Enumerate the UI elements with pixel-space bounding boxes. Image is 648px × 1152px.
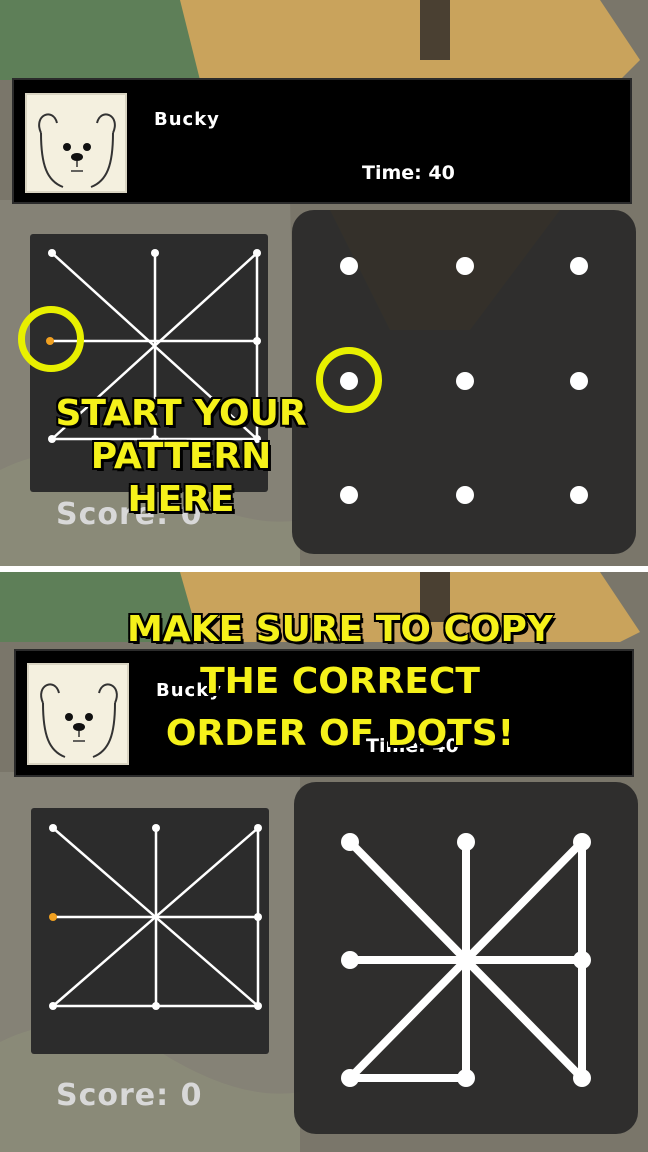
- callout-start-line1: START YOUR: [54, 392, 307, 435]
- input-dot-2[interactable]: [573, 833, 591, 851]
- score-label-2: Score:: [56, 1078, 170, 1113]
- input-dot-2[interactable]: [570, 257, 588, 275]
- callout-copy-line3: ORDER OF DOTS!: [165, 712, 515, 755]
- callout-copy-line2: THE CORRECT: [199, 660, 481, 703]
- polar-bear-face-icon: [38, 113, 116, 188]
- input-dot-7[interactable]: [456, 486, 474, 504]
- target-pattern-board-2: [31, 808, 269, 1054]
- input-dot-0[interactable]: [341, 833, 359, 851]
- input-dot-8[interactable]: [573, 1069, 591, 1087]
- input-dot-5[interactable]: [573, 951, 591, 969]
- player-avatar: [25, 93, 127, 193]
- timer-label: Time:: [362, 162, 422, 184]
- input-dot-4[interactable]: [456, 372, 474, 390]
- player-name: Bucky: [154, 109, 220, 130]
- input-dot-5[interactable]: [570, 372, 588, 390]
- input-dot-1[interactable]: [456, 257, 474, 275]
- input-dot-0[interactable]: [340, 257, 358, 275]
- callout-copy-order: MAKE SURE TO COPY THE CORRECT ORDER OF D…: [100, 604, 580, 760]
- timer-value: 40: [428, 162, 455, 184]
- start-dot-highlight-ring: [18, 306, 84, 372]
- start-dot-2: [49, 913, 57, 921]
- input-dot-6[interactable]: [341, 1069, 359, 1087]
- input-dot-7[interactable]: [457, 1069, 475, 1087]
- score-display-2: Score: 0: [56, 1078, 202, 1113]
- score-value-2: 0: [180, 1078, 203, 1113]
- callout-start-pattern: START YOUR PATTERN HERE: [36, 392, 326, 522]
- input-dot-1[interactable]: [457, 833, 475, 851]
- input-dot-6[interactable]: [340, 486, 358, 504]
- callout-copy-line1: MAKE SURE TO COPY: [126, 608, 554, 651]
- timer-display: Time: 40: [362, 162, 455, 184]
- input-dot-8[interactable]: [570, 486, 588, 504]
- input-pattern-board-2[interactable]: [294, 782, 638, 1134]
- callout-start-line2: PATTERN HERE: [90, 435, 273, 521]
- input-dot-3[interactable]: [341, 951, 359, 969]
- input-dot-4[interactable]: [457, 951, 475, 969]
